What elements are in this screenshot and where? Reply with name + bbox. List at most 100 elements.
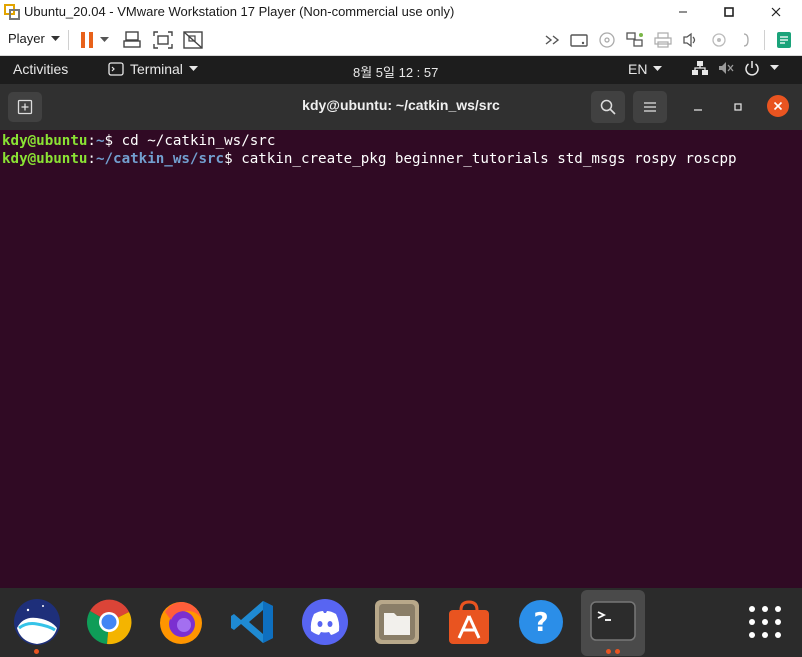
printer-device[interactable] [652,29,674,51]
unity-mode-button[interactable] [182,29,204,51]
message-log-button[interactable] [773,29,795,51]
chevron-down-icon [188,66,198,71]
serial-port-device[interactable] [736,29,758,51]
terminal-window-title: kdy@ubuntu: ~/catkin_ws/src [302,97,500,113]
system-menu[interactable] [692,60,779,76]
player-menu[interactable]: Player [8,31,60,46]
double-chevron-right-icon [545,35,560,45]
dock: ? [0,588,802,657]
speaker-icon [683,32,696,48]
discord-icon [302,599,348,645]
clock[interactable]: 8월 5일 12 : 57 [353,62,438,81]
chevron-down-icon [653,66,663,71]
dock-firefox[interactable] [156,597,206,647]
vscode-icon [231,601,273,643]
network-adapter-icon [626,32,643,47]
more-devices-button[interactable] [542,29,564,51]
toolbar-divider [68,30,69,50]
dock-help[interactable]: ? [516,597,566,647]
notes-icon [777,32,791,48]
prompt-path: ~/catkin_ws/src [95,151,225,167]
fit-guest-button[interactable] [152,29,174,51]
terminal-header-bar: kdy@ubuntu: ~/catkin_ws/src [0,84,802,130]
toolbar-divider [764,30,765,50]
terminal-close-button[interactable] [767,95,789,117]
prompt-path: ~ [95,133,105,149]
prompt-user: kdy@ubuntu [2,133,88,149]
hard-disk-device[interactable] [568,29,590,51]
dock-files[interactable] [372,597,422,647]
hard-disk-icon [570,34,588,47]
chevron-down-icon [99,37,109,42]
cd-dvd-device[interactable] [596,29,618,51]
chevron-down-icon [50,35,60,41]
close-icon [771,7,781,17]
vmware-window-title: Ubuntu_20.04 - VMware Workstation 17 Pla… [24,4,455,19]
pause-button[interactable] [76,29,98,51]
hamburger-menu-button[interactable] [633,91,667,123]
dock-whale-browser[interactable] [12,597,62,647]
vmware-close-button[interactable] [766,2,786,22]
gnome-top-bar: Activities Terminal 8월 5일 12 : 57 EN [0,56,802,84]
terminal-icon [590,601,636,641]
prompt-separator: : [87,151,96,167]
send-ctrl-alt-del-button[interactable] [122,29,144,51]
power-icon [745,61,759,76]
player-menu-label: Player [8,31,45,46]
network-wired-icon [692,61,708,75]
terminal-line: kdy@ubuntu:~/catkin_ws/src$ catkin_creat… [2,150,800,168]
usb-device[interactable] [708,29,730,51]
minimize-icon [694,109,702,111]
dock-show-applications[interactable] [740,597,790,647]
search-icon [600,99,616,115]
minimize-icon [679,11,687,13]
activities-button[interactable]: Activities [13,61,68,77]
keyboard-network-icon [123,31,141,48]
printer-icon [654,32,672,48]
vmware-toolbar: Player [0,24,802,56]
sound-card-device[interactable] [680,29,702,51]
cd-icon [599,32,615,48]
pause-icon [81,32,93,48]
search-button[interactable] [591,91,625,123]
unity-icon [183,31,203,49]
restore-icon [734,103,742,111]
prompt-separator: : [87,133,96,149]
vmware-title-bar: Ubuntu_20.04 - VMware Workstation 17 Pla… [0,0,802,24]
vmware-maximize-button[interactable] [719,2,739,22]
vmware-minimize-button[interactable] [673,2,693,22]
prompt-symbol: $ [224,151,242,167]
firefox-icon [160,602,202,644]
input-language-label: EN [628,61,648,77]
naver-whale-icon [14,599,60,645]
files-icon [375,600,419,644]
running-indicator [34,649,39,654]
vmware-logo-icon [4,4,20,20]
dock-discord[interactable] [300,597,350,647]
close-icon [773,101,783,111]
bracket-icon [743,33,749,47]
network-adapter-device[interactable] [624,29,646,51]
power-options-dropdown[interactable] [97,29,111,51]
svg-text:?: ? [533,608,548,638]
dock-terminal[interactable] [588,597,638,647]
terminal-maximize-button[interactable] [728,97,748,117]
maximize-icon [724,7,734,17]
prompt-user: kdy@ubuntu [2,151,88,167]
terminal-output[interactable]: kdy@ubuntu:~$ cd ~/catkin_ws/src kdy@ubun… [0,130,802,588]
input-language-menu[interactable]: EN [628,61,663,77]
software-store-icon [449,600,489,644]
terminal-minimize-button[interactable] [688,97,708,117]
app-menu[interactable]: Terminal [108,61,198,77]
dock-vscode[interactable] [228,597,278,647]
dock-chrome[interactable] [84,597,134,647]
dock-ubuntu-software[interactable] [444,597,494,647]
command-text: catkin_create_pkg beginner_tutorials std… [241,151,737,167]
prompt-symbol: $ [104,133,122,149]
terminal-icon [108,62,124,76]
chevron-down-icon [770,65,779,70]
running-indicator [606,649,611,654]
app-grid-icon [749,606,781,638]
fit-window-icon [153,31,173,49]
command-text: cd ~/catkin_ws/src [121,133,276,149]
